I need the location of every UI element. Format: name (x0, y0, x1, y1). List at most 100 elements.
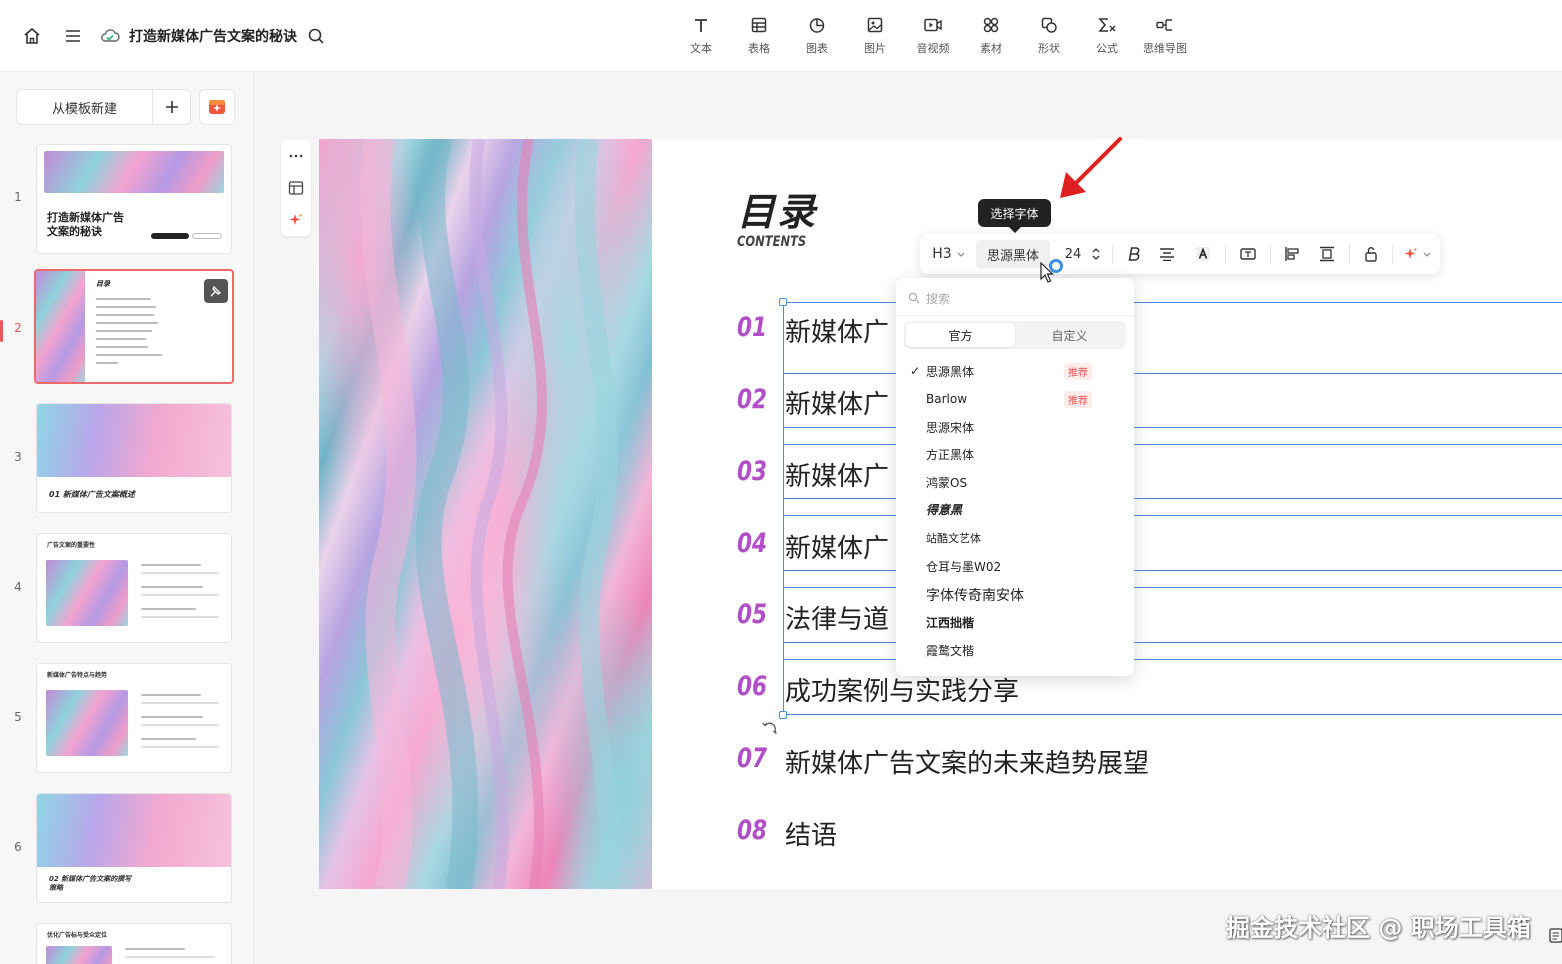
font-option[interactable]: 思源宋体 (896, 414, 1134, 440)
new-from-template-button[interactable]: 从模板新建 (16, 89, 153, 125)
thumb-line (141, 746, 219, 748)
ai-sparkle-icon[interactable] (288, 212, 304, 228)
slide-number: 6 (14, 840, 22, 854)
thumb-line (141, 608, 196, 610)
home-icon[interactable] (18, 22, 46, 50)
slide-thumbnail-6[interactable]: 02 新媒体广告文案的撰写 策略 (36, 793, 232, 903)
resize-handle[interactable] (779, 711, 787, 719)
more-icon[interactable] (288, 148, 304, 164)
tool-label: 音视频 (916, 42, 950, 55)
toc-number: 01 (737, 312, 768, 343)
font-option[interactable]: 字体传奇南安体 (896, 582, 1134, 608)
thumb-line (96, 362, 118, 364)
thumb-line (96, 346, 148, 348)
bold-icon[interactable] (1121, 234, 1149, 274)
slide-thumbnail-7[interactable]: 优化广告标与受众定位 (36, 923, 232, 964)
toc-item[interactable]: 新媒体广 (785, 312, 889, 349)
canvas-side-toolbar (281, 140, 311, 236)
tool-formula[interactable]: 公式 (1078, 14, 1136, 62)
toc-number: 04 (737, 528, 768, 559)
font-name: 霞鹜文楷 (926, 643, 975, 658)
toc-item[interactable]: 新媒体广告文案的未来趋势展望 (785, 743, 1149, 780)
resize-handle[interactable] (779, 298, 787, 306)
font-name: 思源黑体 (926, 364, 975, 379)
font-size-stepper-icon[interactable] (1088, 234, 1104, 274)
thumb-image (37, 404, 231, 477)
align-left-objects-icon[interactable] (1275, 234, 1309, 274)
shape-icon (1040, 14, 1058, 36)
font-option[interactable]: 得意黑 (896, 496, 1134, 522)
font-color-icon[interactable] (1185, 234, 1221, 274)
toc-number: 06 (737, 671, 768, 702)
tool-chart[interactable]: 图表 (788, 14, 846, 62)
font-option[interactable]: 站酷文艺体 (896, 525, 1134, 551)
toc-item[interactable]: 结语 (785, 815, 837, 852)
slide-title[interactable]: 目录 (737, 181, 817, 236)
presentation-editor: { "header":{ "title":"打造新媒体广告文案的秘诀", "to… (0, 0, 1562, 964)
search-icon[interactable] (302, 22, 330, 50)
font-option[interactable]: 鸿蒙OS (896, 469, 1134, 495)
slide-thumbnail-4[interactable]: 广告文案的重要性 (36, 533, 232, 643)
tool-image[interactable]: 图片 (846, 14, 904, 62)
tool-mindmap[interactable]: 思维导图 (1136, 14, 1194, 62)
font-option[interactable]: 仓耳与墨W02 (896, 553, 1134, 579)
tool-assets[interactable]: 素材 (962, 14, 1020, 62)
font-search-input[interactable]: 搜索 (904, 286, 1126, 310)
tool-media[interactable]: 音视频 (904, 14, 962, 62)
thumb-image (37, 794, 231, 867)
toc-item[interactable]: 成功案例与实践分享 (785, 671, 1019, 708)
slide-number: 2 (14, 321, 22, 335)
tab-official[interactable]: 官方 (906, 323, 1015, 347)
tool-table[interactable]: 表格 (730, 14, 788, 62)
slide-number: 3 (14, 450, 22, 464)
font-name: 方正黑体 (926, 447, 975, 462)
ai-assist-button[interactable] (1397, 234, 1437, 274)
toc-item[interactable]: 法律与道 (785, 599, 889, 636)
font-option[interactable]: ✓ 思源黑体 推荐 (896, 358, 1134, 384)
font-name: 字体传奇南安体 (926, 588, 1024, 604)
ai-generate-button[interactable] (199, 89, 235, 125)
toc-item[interactable]: 新媒体广 (785, 528, 889, 565)
thumb-image (46, 946, 112, 964)
video-icon (923, 14, 943, 36)
thumb-title: 广告文案的重要性 (47, 542, 96, 549)
distribute-icon[interactable] (1309, 234, 1345, 274)
heading-select[interactable]: H3 (920, 234, 972, 274)
slide-thumbnail-3[interactable]: 01 新媒体广告文案概述 (36, 403, 232, 513)
image-icon (866, 14, 884, 36)
tool-text[interactable]: 文本 (672, 14, 730, 62)
menu-icon[interactable] (59, 22, 87, 50)
toc-item[interactable]: 新媒体广 (785, 384, 889, 421)
assets-icon (982, 14, 1000, 36)
text-box-icon[interactable] (1230, 234, 1266, 274)
slide-action-button[interactable] (204, 279, 228, 303)
slide-thumbnail-1[interactable]: 打造新媒体广告 文案的秘诀 (36, 144, 232, 254)
font-option[interactable]: Barlow 推荐 (896, 386, 1134, 412)
tab-custom[interactable]: 自定义 (1015, 323, 1124, 347)
table-icon (750, 14, 768, 36)
rotate-handle-icon[interactable] (761, 719, 779, 737)
document-title[interactable]: 打造新媒体广告文案的秘诀 (129, 26, 297, 46)
align-center-icon[interactable] (1149, 234, 1185, 274)
toc-item[interactable]: 新媒体广 (785, 456, 889, 493)
tool-shape[interactable]: 形状 (1020, 14, 1078, 62)
slide-thumbnail-5[interactable]: 新媒体广告特点与趋势 (36, 663, 232, 773)
font-option[interactable]: 江西拙楷 (896, 609, 1134, 635)
tool-label: 图片 (864, 42, 886, 55)
pin-icon (210, 285, 222, 297)
marble-image[interactable] (319, 139, 652, 889)
layout-icon[interactable] (288, 180, 304, 196)
comment-icon[interactable] (1548, 926, 1562, 944)
unlock-icon[interactable] (1354, 234, 1388, 274)
slide-thumbnail-2[interactable]: 目录 (34, 269, 234, 384)
thumb-image (46, 560, 128, 626)
divider (1392, 244, 1393, 264)
font-option[interactable]: 方正黑体 (896, 441, 1134, 467)
font-option[interactable]: 霞鹜文楷 (896, 637, 1134, 663)
font-family-select[interactable]: 思源黑体 (976, 240, 1050, 268)
add-slide-button[interactable] (153, 89, 191, 125)
slide-subtitle[interactable]: CONTENTS (737, 234, 806, 250)
thumb-line (141, 702, 219, 704)
ai-sparkle-icon (1404, 247, 1417, 259)
ai-slide-icon (209, 100, 225, 114)
